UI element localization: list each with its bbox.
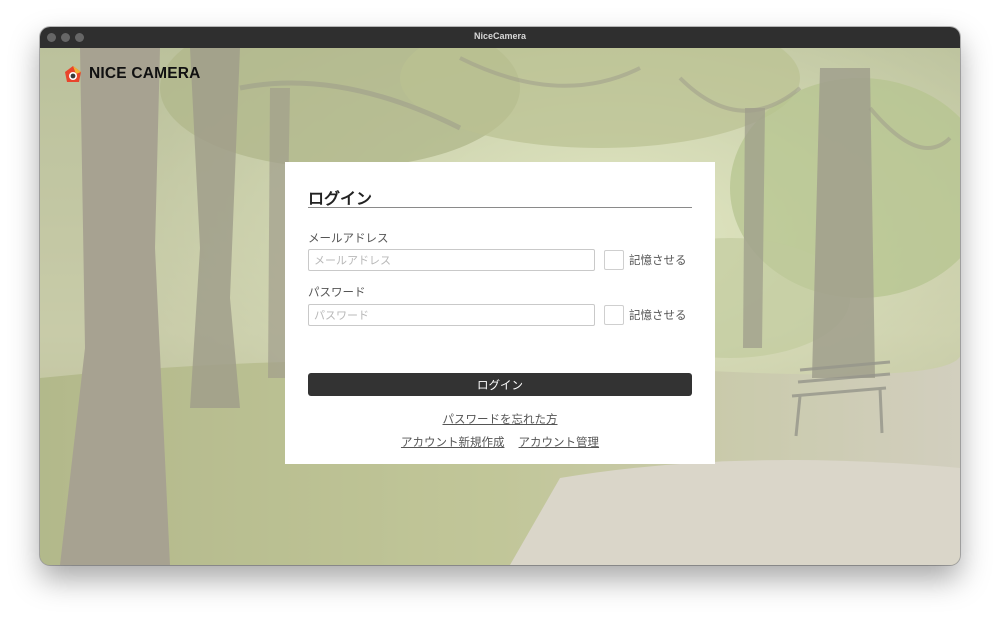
create-account-link[interactable]: アカウント新規作成 — [401, 435, 505, 449]
manage-account-link[interactable]: アカウント管理 — [519, 435, 600, 449]
login-card: ログイン メールアドレス 記憶させる パスワード 記憶させる ログイン パスワー… — [285, 162, 715, 464]
remember-email[interactable]: 記憶させる — [604, 250, 687, 270]
app-window: NiceCamera NICE CAMERA ログイン メールアドレス メールア… — [40, 27, 960, 565]
title-bar: NiceCamera — [40, 27, 960, 48]
forgot-link-row: パスワードを忘れた方 — [285, 408, 715, 427]
remember-password[interactable]: 記憶させる — [604, 305, 687, 325]
brand: NICE CAMERA — [64, 65, 201, 83]
account-links-row: アカウント新規作成 アカウント管理 — [285, 431, 715, 450]
password-input[interactable] — [308, 304, 595, 326]
email-label: メールアドレス — [308, 231, 389, 245]
email-input[interactable] — [308, 249, 595, 271]
remember-password-checkbox[interactable] — [604, 305, 624, 325]
forgot-password-link[interactable]: パスワードを忘れた方 — [443, 412, 558, 426]
login-button[interactable]: ログイン — [308, 373, 692, 396]
password-label: パスワード — [308, 285, 366, 299]
login-title: ログイン — [308, 189, 373, 208]
remember-email-checkbox[interactable] — [604, 250, 624, 270]
title-divider — [308, 207, 692, 208]
window-title: NiceCamera — [473, 31, 527, 41]
remember-email-label: 記憶させる — [629, 253, 687, 267]
camera-logo-icon — [65, 66, 81, 82]
brand-name: NICE CAMERA — [89, 65, 201, 82]
remember-password-label: 記憶させる — [629, 308, 687, 322]
